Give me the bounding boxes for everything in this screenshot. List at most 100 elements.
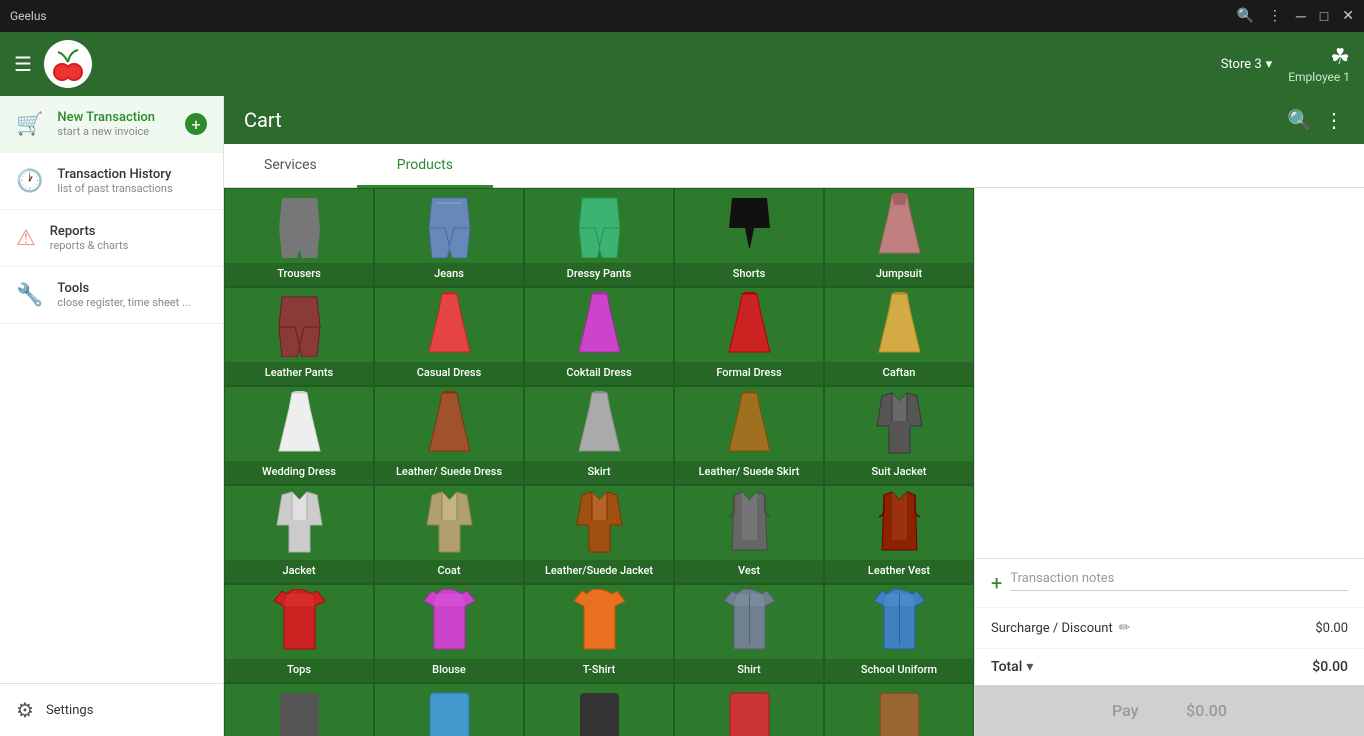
employee-avatar[interactable]: ☘ — [1330, 45, 1350, 70]
pay-value: $0.00 — [1186, 701, 1227, 720]
cart-icon: 🛒 — [16, 112, 43, 137]
product-image-blouse — [419, 589, 479, 654]
product-card-item26[interactable] — [224, 683, 374, 736]
product-label-leather-suede-skirt: Leather/ Suede Skirt — [675, 461, 823, 484]
tab-products[interactable]: Products — [357, 144, 493, 188]
tools-icon: 🔧 — [16, 283, 43, 308]
minimize-icon[interactable]: ─ — [1296, 8, 1306, 25]
cart-search-icon[interactable]: 🔍 — [1287, 108, 1312, 132]
reports-icon: ⚠ — [16, 226, 36, 251]
close-icon[interactable]: ✕ — [1342, 8, 1354, 24]
product-card-item28[interactable] — [524, 683, 674, 736]
cart-header-icons: 🔍 ⋮ — [1287, 108, 1344, 132]
product-label-shorts: Shorts — [675, 263, 823, 286]
header-right: Store 3 ▾ ☘ Employee 1 — [1221, 45, 1350, 84]
product-image-tshirt — [569, 589, 629, 654]
product-card-blouse[interactable]: Blouse — [374, 584, 524, 683]
app-logo — [44, 40, 92, 88]
product-card-jumpsuit[interactable]: Jumpsuit — [824, 188, 974, 287]
product-card-vest[interactable]: Vest — [674, 485, 824, 584]
product-card-coktail-dress[interactable]: Coktail Dress — [524, 287, 674, 386]
product-card-caftan[interactable]: Caftan — [824, 287, 974, 386]
product-card-leather-suede-jacket[interactable]: Leather/Suede Jacket — [524, 485, 674, 584]
product-card-shorts[interactable]: Shorts — [674, 188, 824, 287]
tools-sub: close register, time sheet ... — [57, 296, 190, 309]
product-image-leather-suede-dress — [419, 391, 479, 456]
add-transaction-button[interactable]: + — [185, 113, 207, 135]
right-panel: + Transaction notes Surcharge / Discount… — [974, 188, 1364, 736]
product-label-leather-pants: Leather Pants — [225, 362, 373, 385]
product-label-tshirt: T-Shirt — [525, 659, 673, 682]
sidebar-item-transaction-history[interactable]: 🕐 Transaction History list of past trans… — [0, 153, 223, 210]
product-label-shirt: Shirt — [675, 659, 823, 682]
cart-header: Cart 🔍 ⋮ — [224, 96, 1364, 144]
product-label-jacket: Jacket — [225, 560, 373, 583]
history-icon: 🕐 — [16, 169, 43, 194]
product-card-leather-suede-dress[interactable]: Leather/ Suede Dress — [374, 386, 524, 485]
transaction-history-label: Transaction History — [57, 167, 172, 182]
product-card-tshirt[interactable]: T-Shirt — [524, 584, 674, 683]
sidebar-item-tools[interactable]: 🔧 Tools close register, time sheet ... — [0, 267, 223, 324]
total-label: Total ▾ — [991, 659, 1312, 675]
content-area: Cart 🔍 ⋮ Services Products Trousers Jean… — [224, 96, 1364, 736]
surcharge-row: Surcharge / Discount ✏ $0.00 — [975, 607, 1364, 648]
product-card-leather-suede-skirt[interactable]: Leather/ Suede Skirt — [674, 386, 824, 485]
maximize-icon[interactable]: □ — [1320, 8, 1328, 25]
product-image-school-uniform — [869, 589, 929, 654]
reports-label: Reports — [50, 224, 129, 239]
sidebar-item-reports[interactable]: ⚠ Reports reports & charts — [0, 210, 223, 267]
product-label-coktail-dress: Coktail Dress — [525, 362, 673, 385]
product-card-tops[interactable]: Tops — [224, 584, 374, 683]
product-card-wedding-dress[interactable]: Wedding Dress — [224, 386, 374, 485]
product-card-item27[interactable] — [374, 683, 524, 736]
product-card-suit-jacket[interactable]: Suit Jacket — [824, 386, 974, 485]
settings-label: Settings — [46, 703, 93, 718]
search-icon[interactable]: 🔍 — [1236, 8, 1253, 24]
more-icon[interactable]: ⋮ — [1268, 8, 1282, 24]
product-card-shirt[interactable]: Shirt — [674, 584, 824, 683]
sidebar-item-texts: Tools close register, time sheet ... — [57, 281, 190, 309]
product-card-item29[interactable] — [674, 683, 824, 736]
product-card-coat[interactable]: Coat — [374, 485, 524, 584]
product-image-casual-dress — [419, 292, 479, 357]
store-selector[interactable]: Store 3 ▾ — [1221, 57, 1273, 72]
product-label-skirt: Skirt — [525, 461, 673, 484]
hamburger-icon[interactable]: ☰ — [14, 52, 32, 76]
total-expand-icon[interactable]: ▾ — [1026, 659, 1033, 675]
total-row: Total ▾ $0.00 — [975, 648, 1364, 685]
product-image-tops — [269, 589, 329, 654]
product-card-trousers[interactable]: Trousers — [224, 188, 374, 287]
cart-more-icon[interactable]: ⋮ — [1324, 108, 1344, 132]
product-card-school-uniform[interactable]: School Uniform — [824, 584, 974, 683]
product-label-tops: Tops — [225, 659, 373, 682]
sidebar-settings[interactable]: ⚙ Settings — [0, 683, 223, 736]
new-transaction-sub: start a new invoice — [57, 125, 155, 138]
product-image-leather-vest — [869, 490, 929, 555]
product-card-item30[interactable] — [824, 683, 974, 736]
sidebar: 🛒 New Transaction start a new invoice + … — [0, 96, 224, 736]
product-image-item29 — [719, 688, 779, 736]
product-card-casual-dress[interactable]: Casual Dress — [374, 287, 524, 386]
product-card-skirt[interactable]: Skirt — [524, 386, 674, 485]
product-card-leather-vest[interactable]: Leather Vest — [824, 485, 974, 584]
app-name: Geelus — [10, 9, 47, 23]
product-card-jeans[interactable]: Jeans — [374, 188, 524, 287]
sidebar-item-new-transaction[interactable]: 🛒 New Transaction start a new invoice + — [0, 96, 223, 153]
cart-items-area — [975, 188, 1364, 558]
notes-placeholder[interactable]: Transaction notes — [1010, 571, 1348, 591]
product-label-leather-vest: Leather Vest — [825, 560, 973, 583]
products-area[interactable]: Trousers Jeans Dressy Pants Shorts Jumps… — [224, 188, 974, 736]
product-image-item26 — [269, 688, 329, 736]
add-notes-button[interactable]: + — [991, 571, 1002, 595]
chevron-down-icon: ▾ — [1266, 57, 1273, 72]
product-image-skirt — [569, 391, 629, 456]
products-and-cart: Trousers Jeans Dressy Pants Shorts Jumps… — [224, 188, 1364, 736]
product-image-item28 — [569, 688, 629, 736]
tab-services[interactable]: Services — [224, 144, 357, 188]
product-card-leather-pants[interactable]: Leather Pants — [224, 287, 374, 386]
product-card-jacket[interactable]: Jacket — [224, 485, 374, 584]
product-image-formal-dress — [719, 292, 779, 357]
product-card-formal-dress[interactable]: Formal Dress — [674, 287, 824, 386]
surcharge-edit-icon[interactable]: ✏ — [1119, 620, 1131, 636]
product-card-dressy-pants[interactable]: Dressy Pants — [524, 188, 674, 287]
